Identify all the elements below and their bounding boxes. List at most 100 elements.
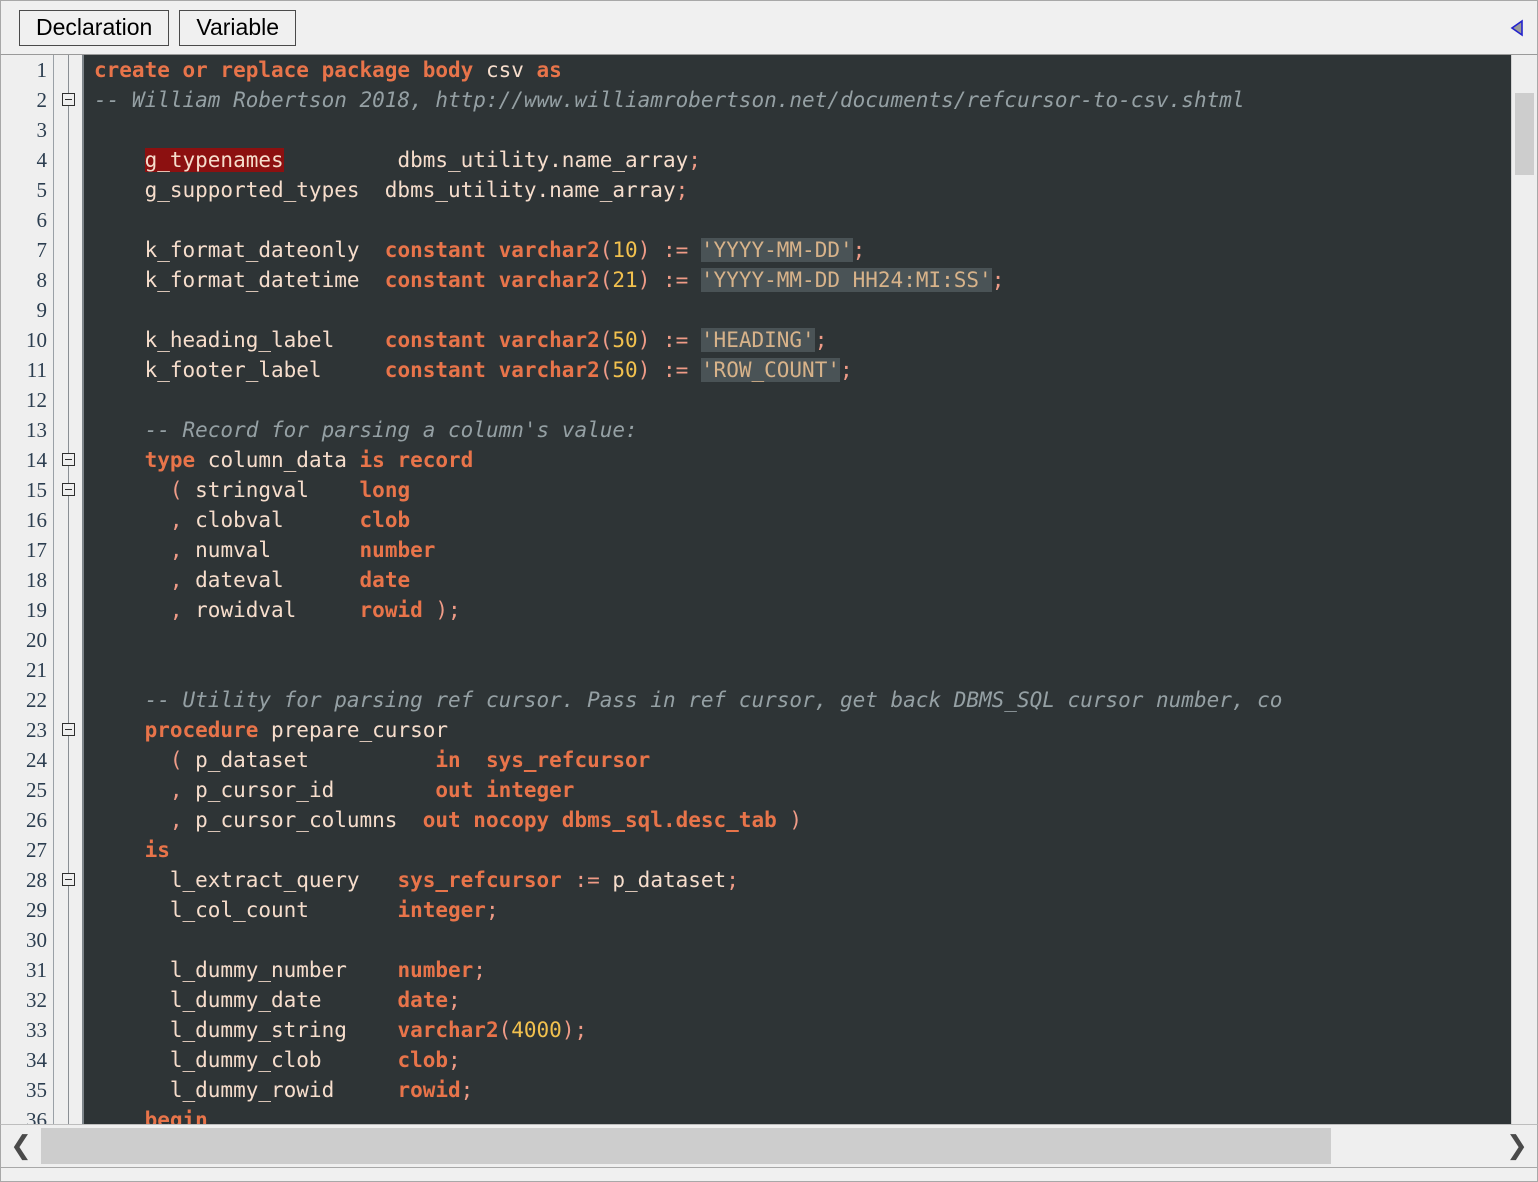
code-folding-gutter[interactable] <box>54 55 84 1124</box>
vertical-scrollbar[interactable] <box>1511 55 1537 1124</box>
code-line: k_heading_label constant varchar2(50) :=… <box>94 325 1511 355</box>
line-number: 29 <box>1 895 53 925</box>
code-token: stringval <box>195 478 359 502</box>
code-token: date <box>360 568 411 592</box>
code-line: , numval number <box>94 535 1511 565</box>
code-line <box>94 925 1511 955</box>
code-token: l_dummy_string <box>94 1018 397 1042</box>
code-line: k_footer_label constant varchar2(50) := … <box>94 355 1511 385</box>
code-token: ; <box>676 178 689 202</box>
line-number: 22 <box>1 685 53 715</box>
code-line <box>94 115 1511 145</box>
tab-variable[interactable]: Variable <box>179 10 296 46</box>
line-number: 10 <box>1 325 53 355</box>
line-number: 19 <box>1 595 53 625</box>
line-number: 25 <box>1 775 53 805</box>
line-number: 8 <box>1 265 53 295</box>
vertical-scrollbar-thumb[interactable] <box>1515 93 1534 175</box>
code-line: -- Record for parsing a column's value: <box>94 415 1511 445</box>
fold-toggle-icon[interactable] <box>62 93 75 106</box>
tab-declaration-label: Declaration <box>36 16 152 39</box>
code-token: p_dataset <box>195 748 435 772</box>
code-token: , <box>170 508 195 532</box>
code-token: clob <box>360 508 411 532</box>
code-text-area[interactable]: create or replace package body csv as-- … <box>84 55 1511 1124</box>
code-token: 50 <box>612 358 637 382</box>
code-token: k_footer_label <box>94 358 385 382</box>
code-token: ( <box>170 748 195 772</box>
code-token: is <box>145 838 170 862</box>
code-token <box>94 688 145 712</box>
editor-area: 1234567891011121314151617181920212223242… <box>0 55 1538 1124</box>
code-line: ( p_dataset in sys_refcursor <box>94 745 1511 775</box>
code-token: ) := <box>638 268 701 292</box>
fold-toggle-icon[interactable] <box>62 483 75 496</box>
horizontal-scrollbar-track[interactable] <box>41 1125 1497 1167</box>
line-number: 13 <box>1 415 53 445</box>
scroll-right-button[interactable]: ❯ <box>1497 1125 1537 1167</box>
horizontal-scrollbar[interactable]: ❮ ❯ <box>0 1124 1538 1168</box>
line-number: 27 <box>1 835 53 865</box>
line-number: 12 <box>1 385 53 415</box>
code-token: 4000 <box>511 1018 562 1042</box>
code-token: ; <box>448 988 461 1012</box>
fold-toggle-icon[interactable] <box>62 723 75 736</box>
code-token: l_dummy_date <box>94 988 397 1012</box>
code-token <box>94 478 170 502</box>
line-number: 18 <box>1 565 53 595</box>
line-number: 7 <box>1 235 53 265</box>
code-token: p_cursor_id <box>195 778 435 802</box>
code-line: l_dummy_number number; <box>94 955 1511 985</box>
code-token: k_format_dateonly <box>94 238 385 262</box>
code-token: 21 <box>612 268 637 292</box>
code-token: in sys_refcursor <box>435 748 650 772</box>
code-token: column_data <box>208 448 360 472</box>
code-token <box>94 538 170 562</box>
line-number: 26 <box>1 805 53 835</box>
window-footer <box>0 1168 1538 1182</box>
code-token: dateval <box>195 568 359 592</box>
line-number: 23 <box>1 715 53 745</box>
tab-scroll-left-button[interactable] <box>1505 15 1531 41</box>
code-token: l_extract_query <box>94 868 397 892</box>
code-token: prepare_cursor <box>271 718 448 742</box>
code-token <box>94 718 145 742</box>
code-token: p_cursor_columns <box>195 808 423 832</box>
code-token <box>94 808 170 832</box>
code-line: , p_cursor_id out integer <box>94 775 1511 805</box>
code-token: rowid <box>397 1078 460 1102</box>
code-token: ( <box>170 478 195 502</box>
code-token: 50 <box>612 328 637 352</box>
code-token <box>94 568 170 592</box>
code-token <box>94 418 145 442</box>
tab-declaration[interactable]: Declaration <box>19 10 169 46</box>
code-token: ( <box>600 238 613 262</box>
code-token: ); <box>435 598 460 622</box>
code-token <box>94 508 170 532</box>
code-token: , <box>170 598 195 622</box>
code-line <box>94 625 1511 655</box>
fold-toggle-icon[interactable] <box>62 453 75 466</box>
line-number: 15 <box>1 475 53 505</box>
code-token: is record <box>360 448 474 472</box>
line-number: 17 <box>1 535 53 565</box>
scroll-left-button[interactable]: ❮ <box>1 1125 41 1167</box>
code-line: is <box>94 835 1511 865</box>
code-token: dbms_utility.name_array <box>284 148 689 172</box>
code-token: ; <box>815 328 828 352</box>
code-token: ; <box>688 148 701 172</box>
code-token: , <box>170 808 195 832</box>
code-line: begin <box>94 1105 1511 1124</box>
code-token <box>94 1108 145 1124</box>
code-token: ( <box>600 358 613 382</box>
horizontal-scrollbar-thumb[interactable] <box>41 1128 1331 1164</box>
fold-toggle-icon[interactable] <box>62 873 75 886</box>
code-token: ( <box>600 268 613 292</box>
code-token: number <box>397 958 473 982</box>
code-token: 'ROW_COUNT' <box>701 358 840 382</box>
code-line: l_dummy_rowid rowid; <box>94 1075 1511 1105</box>
code-token: ); <box>562 1018 587 1042</box>
code-line: l_dummy_string varchar2(4000); <box>94 1015 1511 1045</box>
code-token: 10 <box>612 238 637 262</box>
code-token: constant varchar2 <box>385 358 600 382</box>
